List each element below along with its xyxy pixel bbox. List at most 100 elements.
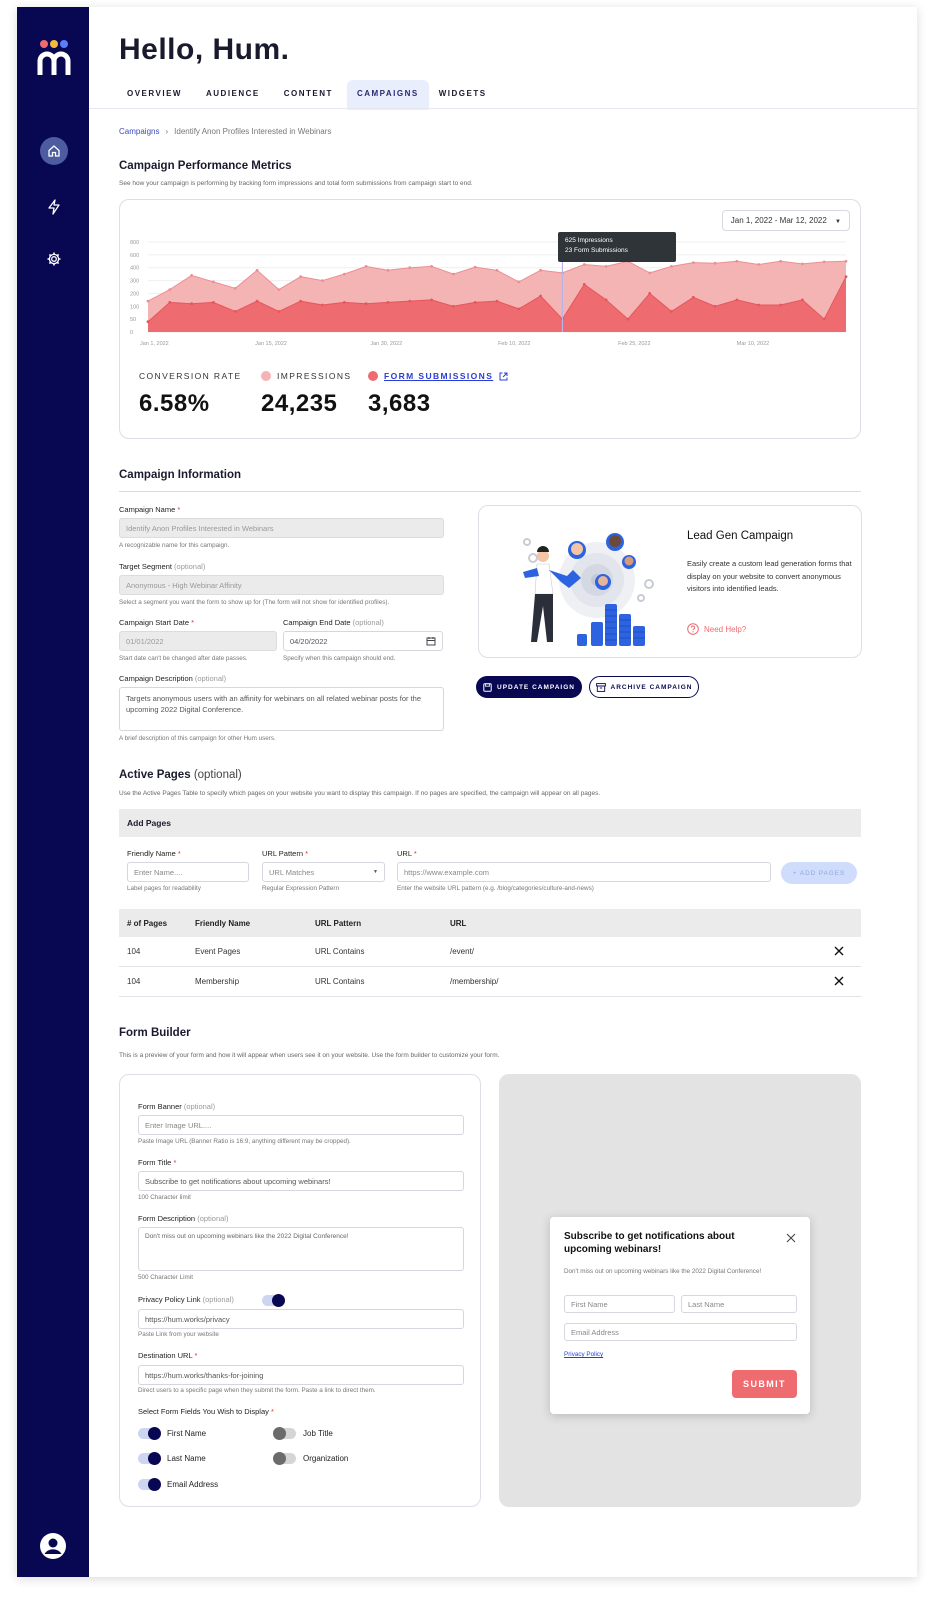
tab-audience[interactable]: AUDIENCE <box>196 80 270 110</box>
end-date-input[interactable]: 04/20/2022 <box>283 631 443 651</box>
target-segment-input[interactable]: Anonymous - High Webinar Affinity <box>119 575 444 595</box>
chart-tooltip: 625 Impressions 23 Form Submissions <box>558 232 676 262</box>
tab-divider <box>89 108 917 109</box>
archive-icon <box>595 682 606 692</box>
url-pattern-select[interactable]: URL Matches ▼ <box>262 862 385 882</box>
calendar-icon[interactable] <box>426 636 436 646</box>
job-title-toggle-label: Job Title <box>303 1429 333 1438</box>
y-tick-label: 100 <box>130 304 139 310</box>
form-banner-label: Form Banner (optional) <box>138 1102 216 1111</box>
tab-campaigns[interactable]: CAMPAIGNS <box>346 80 429 110</box>
y-tick-label: 300 <box>130 279 139 285</box>
impressions-point <box>582 263 586 266</box>
tab-content[interactable]: CONTENT <box>274 80 343 110</box>
submissions-point <box>822 317 826 321</box>
close-icon[interactable] <box>786 1233 796 1243</box>
submissions-point <box>146 320 150 324</box>
impressions-point <box>321 279 324 282</box>
privacy-link-label: Privacy Policy Link (optional) <box>138 1295 234 1304</box>
preview-submit-button[interactable]: SUBMIT <box>732 1370 797 1398</box>
update-campaign-button[interactable]: UPDATE CAMPAIGN <box>476 676 582 698</box>
gear-icon[interactable] <box>39 244 69 274</box>
impressions-value: 24,235 <box>261 390 338 417</box>
destination-url-input[interactable]: https://hum.works/thanks-for-joining <box>138 1365 464 1385</box>
need-help-label: Need Help? <box>704 624 747 634</box>
impressions-point <box>757 263 761 266</box>
caret-down-icon: ▼ <box>835 219 841 225</box>
x-tick-label: Feb 10, 2022 <box>498 341 530 347</box>
form-title-input[interactable]: Subscribe to get notifications about upc… <box>138 1171 464 1191</box>
preview-description: Don't miss out on upcoming webinars like… <box>564 1268 762 1275</box>
form-fields-label: Select Form Fields You Wish to Display * <box>138 1407 274 1416</box>
home-icon[interactable] <box>40 137 68 165</box>
impressions-swatch <box>261 371 271 381</box>
organization-toggle[interactable] <box>273 1452 296 1465</box>
submissions-point <box>517 307 521 311</box>
impressions-point <box>779 259 782 263</box>
submissions-point <box>233 310 237 313</box>
tab-widgets[interactable]: WIDGETS <box>429 80 497 110</box>
y-tick-label: 400 <box>130 266 139 272</box>
x-tick-label: Jan 15, 2022 <box>255 341 287 347</box>
preview-privacy-link[interactable]: Privacy Policy <box>564 1351 603 1358</box>
form-banner-input[interactable]: Enter Image URL.... <box>138 1115 464 1135</box>
privacy-link-toggle[interactable] <box>262 1294 285 1307</box>
remove-row-icon[interactable] <box>833 945 845 957</box>
external-link-icon[interactable] <box>499 372 508 381</box>
email-address-toggle[interactable] <box>138 1478 161 1491</box>
impressions-point <box>386 268 390 272</box>
url-input[interactable]: https://www.example.com <box>397 862 771 882</box>
preview-first-name-input[interactable]: First Name <box>564 1295 675 1313</box>
start-date-label: Campaign Start Date * <box>119 618 195 627</box>
url-help: Enter the website URL pattern (e.g. /blo… <box>397 885 594 892</box>
last-name-toggle[interactable] <box>138 1452 161 1465</box>
job-title-toggle[interactable] <box>273 1427 296 1440</box>
breadcrumb: Campaigns › Identify Anon Profiles Inter… <box>119 127 331 136</box>
destination-url-label: Destination URL * <box>138 1351 198 1360</box>
need-help-link[interactable]: Need Help? <box>687 623 746 635</box>
breadcrumb-current: Identify Anon Profiles Interested in Web… <box>174 127 332 136</box>
impressions-point <box>430 265 433 268</box>
add-pages-button[interactable]: + ADD PAGES <box>781 862 857 884</box>
bolt-icon[interactable] <box>39 192 69 222</box>
archive-campaign-button[interactable]: ARCHIVE CAMPAIGN <box>589 676 699 698</box>
preview-last-name-input[interactable]: Last Name <box>681 1295 797 1313</box>
start-date-input[interactable]: 01/01/2022 <box>119 631 277 651</box>
submissions-point <box>801 298 804 302</box>
user-avatar-icon[interactable] <box>39 1532 67 1560</box>
active-pages-subtitle: Use the Active Pages Table to specify wh… <box>119 790 601 797</box>
submissions-point <box>299 299 303 303</box>
remove-row-icon[interactable] <box>833 975 845 987</box>
row-url-pattern: URL Contains <box>315 947 365 956</box>
submissions-point <box>713 304 717 308</box>
impressions-point <box>190 274 193 277</box>
col-friendly-name: Friendly Name <box>195 919 251 928</box>
submissions-point <box>626 317 630 321</box>
caret-down-icon: ▼ <box>373 869 378 875</box>
active-pages-title: Active Pages (optional) <box>119 769 242 781</box>
first-name-toggle[interactable] <box>138 1427 161 1440</box>
end-date-label: Campaign End Date (optional) <box>283 618 384 627</box>
url-pattern-value: URL Matches <box>269 868 315 877</box>
tab-overview[interactable]: OVERVIEW <box>117 80 192 110</box>
first-name-toggle-label: First Name <box>167 1429 207 1438</box>
preview-email-input[interactable]: Email Address <box>564 1323 797 1341</box>
performance-card: Jan 1, 2022 - Mar 12, 2022 ▼ 0 50 100 200 30… <box>119 199 861 439</box>
impressions-point <box>299 275 303 279</box>
submissions-point <box>495 299 499 303</box>
form-description-label: Form Description (optional) <box>138 1214 229 1223</box>
campaign-name-input[interactable]: Identify Anon Profiles Interested in Web… <box>119 518 444 538</box>
impressions-point <box>452 272 455 276</box>
campaign-description-input[interactable]: Targets anonymous users with an affinity… <box>119 687 444 731</box>
submissions-point <box>364 302 368 306</box>
section-divider <box>119 491 861 492</box>
form-description-input[interactable]: Don't miss out on upcoming webinars like… <box>138 1227 464 1271</box>
archive-campaign-label: ARCHIVE CAMPAIGN <box>610 683 693 691</box>
friendly-name-input[interactable]: Enter Name.... <box>127 862 249 882</box>
form-submissions-link[interactable]: FORM SUBMISSIONS <box>384 371 493 381</box>
submissions-point <box>691 295 695 299</box>
submissions-point <box>604 298 608 302</box>
target-segment-label: Target Segment (optional) <box>119 562 206 571</box>
breadcrumb-campaigns-link[interactable]: Campaigns <box>119 127 159 136</box>
privacy-link-input[interactable]: https://hum.works/privacy <box>138 1309 464 1329</box>
